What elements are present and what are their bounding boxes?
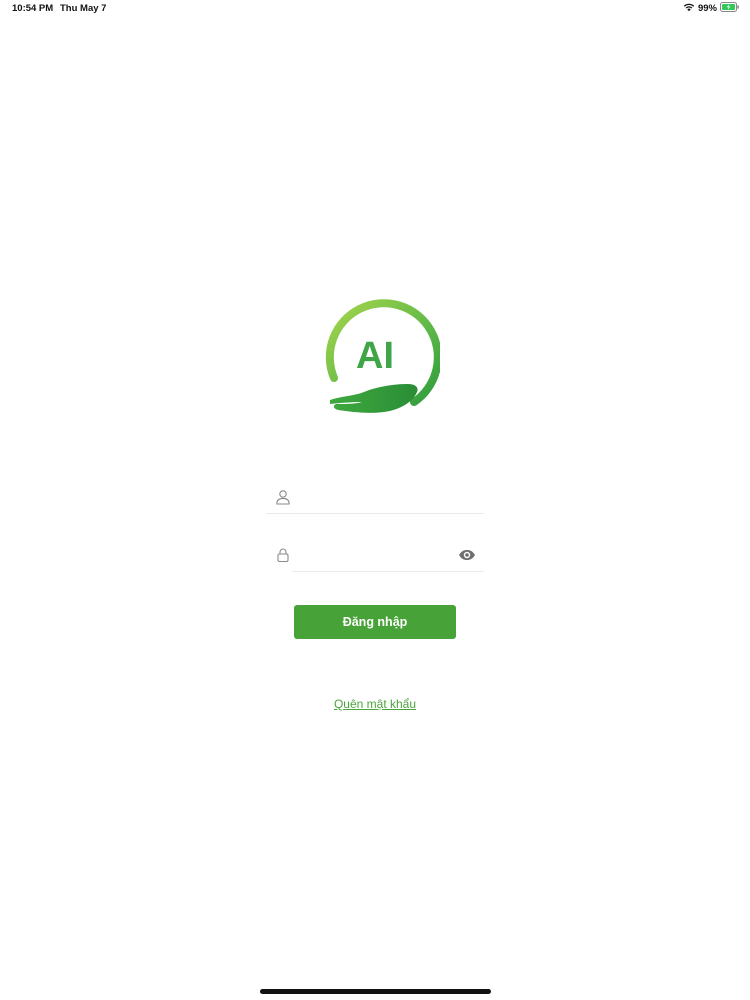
lock-icon — [275, 547, 291, 563]
username-field — [266, 480, 484, 514]
login-screen: 10:54 PM Thu May 7 99% AI Đăng nhập Quên… — [0, 0, 750, 1000]
forgot-password-link[interactable]: Quên mật khẩu — [0, 697, 750, 711]
status-indicators: 99% — [683, 2, 740, 15]
status-date: Thu May 7 — [60, 3, 107, 14]
home-indicator — [260, 989, 491, 994]
status-time: 10:54 PM — [12, 3, 54, 14]
password-input[interactable] — [300, 544, 454, 568]
user-icon — [275, 489, 291, 505]
status-bar: 10:54 PM Thu May 7 99% — [0, 0, 750, 18]
app-logo: AI — [312, 292, 442, 420]
wifi-icon — [683, 2, 695, 15]
password-field — [266, 538, 484, 572]
username-underline — [266, 513, 484, 514]
username-input[interactable] — [300, 486, 454, 510]
logo-text: AI — [356, 335, 394, 377]
eye-icon[interactable] — [458, 547, 476, 563]
password-underline — [292, 571, 484, 572]
login-button[interactable]: Đăng nhập — [294, 605, 456, 639]
battery-percent: 99% — [697, 3, 717, 14]
battery-charging-icon — [720, 2, 740, 15]
